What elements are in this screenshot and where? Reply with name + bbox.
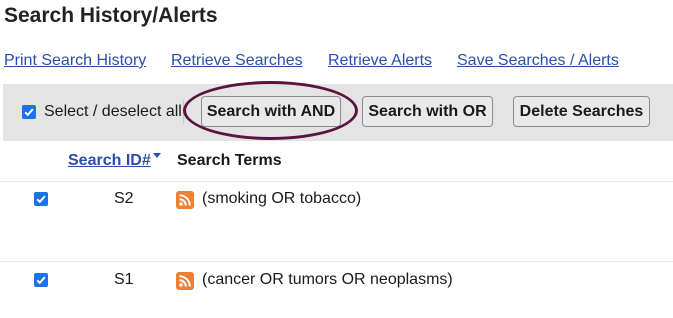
select-all-control[interactable]: Select / deselect all [22,103,182,121]
table-header: Search ID# Search Terms [0,141,673,182]
search-terms-column-header: Search Terms [177,152,282,169]
save-searches-alerts-link[interactable]: Save Searches / Alerts [457,52,619,70]
rss-icon[interactable] [176,191,194,209]
search-id: S1 [114,271,134,288]
retrieve-searches-link[interactable]: Retrieve Searches [171,52,303,70]
select-all-label: Select / deselect all [44,103,182,120]
toolbar-divider [183,100,184,124]
search-toolbar: Select / deselect all Search with AND Se… [3,84,673,141]
row-checkbox[interactable] [34,192,48,206]
row-divider [0,261,673,262]
search-id: S2 [114,190,134,207]
search-id-column-header[interactable]: Search ID# [68,152,151,170]
rss-icon[interactable] [176,272,194,290]
select-all-checkbox[interactable] [22,105,36,119]
search-terms: (cancer OR tumors OR neoplasms) [202,271,453,288]
row-checkbox[interactable] [34,273,48,287]
delete-searches-button[interactable]: Delete Searches [513,96,650,127]
search-with-or-button[interactable]: Search with OR [362,96,493,127]
page-title: Search History/Alerts [4,4,218,27]
sort-descending-icon[interactable] [153,153,161,158]
search-terms: (smoking OR tobacco) [202,190,362,207]
print-search-history-link[interactable]: Print Search History [4,52,146,70]
retrieve-alerts-link[interactable]: Retrieve Alerts [328,52,432,70]
search-with-and-button[interactable]: Search with AND [201,96,341,127]
